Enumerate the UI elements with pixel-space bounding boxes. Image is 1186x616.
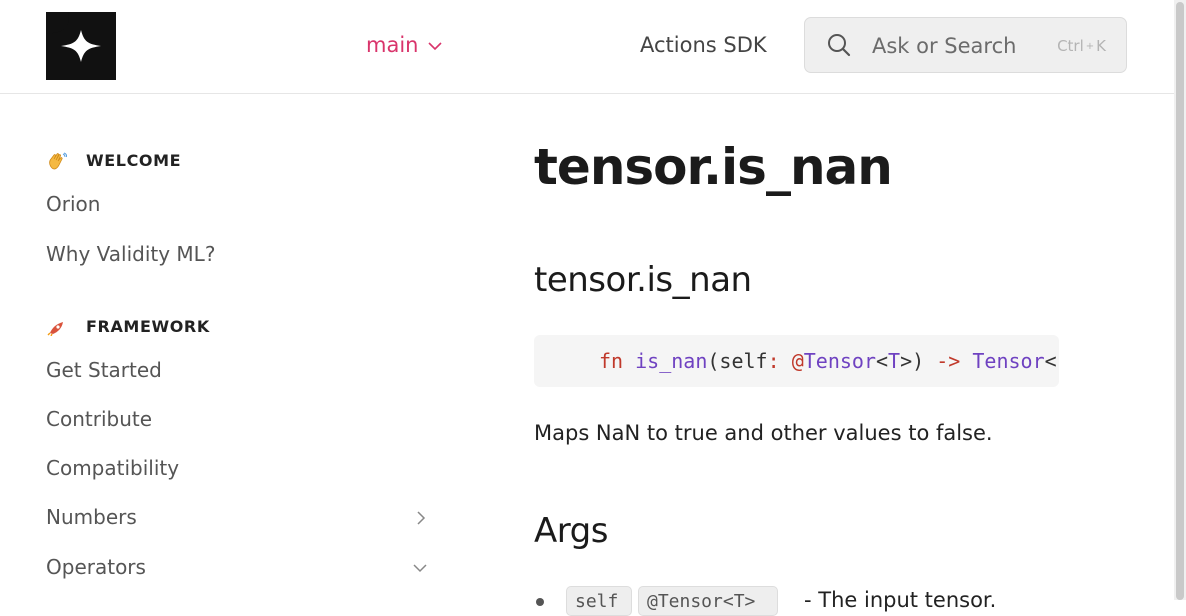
code-function-name: is_nan <box>635 349 708 373</box>
shortcut-ctrl: Ctrl <box>1057 37 1084 55</box>
code-generic: T <box>888 349 901 373</box>
code-colon: : <box>767 349 780 373</box>
search-shortcut-hint: Ctrl + K <box>1057 37 1106 55</box>
sidebar-item-label: Compatibility <box>46 456 180 480</box>
page-title: tensor.is_nan <box>534 138 893 196</box>
actions-sdk-link[interactable]: Actions SDK <box>640 33 767 57</box>
arg-type-code: @Tensor<T> <box>638 586 778 616</box>
shortcut-plus: + <box>1085 40 1095 52</box>
chevron-down-icon <box>428 41 443 50</box>
code-type: Tensor <box>803 349 876 373</box>
arg-name-code: self <box>566 586 632 616</box>
code-block[interactable]: fn is_nan(self: @Tensor<T>) -> Tensor< <box>534 335 1059 387</box>
sidebar-item-contribute[interactable]: Contribute <box>46 407 430 431</box>
sidebar-item-orion[interactable]: Orion <box>46 192 430 216</box>
sidebar-section-title: WELCOME <box>86 151 182 170</box>
sidebar-item-label: Orion <box>46 192 101 216</box>
sidebar-section-welcome: WELCOME <box>47 151 181 170</box>
sparkle-logo[interactable] <box>46 12 116 80</box>
sidebar-item-label: Numbers <box>46 505 137 529</box>
description: Maps NaN to true and other values to fal… <box>534 421 993 445</box>
shortcut-k: K <box>1096 37 1106 55</box>
version-label: main <box>366 33 419 57</box>
chevron-right-icon[interactable] <box>416 510 426 526</box>
sidebar: WELCOME Orion Why Validity ML? FRAMEWORK… <box>0 94 450 600</box>
sidebar-item-get-started[interactable]: Get Started <box>46 358 430 382</box>
section-heading: tensor.is_nan <box>534 260 752 300</box>
search-bar[interactable]: Ctrl + K <box>804 17 1127 73</box>
code-arrow: -> <box>936 349 961 373</box>
code-keyword: fn <box>599 349 624 373</box>
rocket-icon <box>47 321 63 336</box>
search-input[interactable] <box>870 30 1049 62</box>
sidebar-item-operators[interactable]: Operators <box>46 555 430 579</box>
chevron-down-icon[interactable] <box>412 563 428 573</box>
waving-hand-icon <box>49 152 67 169</box>
arg-item: self @Tensor<T> - The input tensor. <box>534 586 1094 616</box>
sidebar-item-label: Why Validity ML? <box>46 242 216 266</box>
code-signature: fn is_nan(self: @Tensor<T>) -> Tensor< <box>599 349 1057 373</box>
sidebar-section-framework: FRAMEWORK <box>47 317 210 336</box>
code-close: >) <box>900 349 925 373</box>
code-params-open: (self <box>707 349 768 373</box>
search-icon <box>828 34 851 57</box>
top-navbar: main Actions SDK Ctrl + K <box>0 0 1174 94</box>
sidebar-item-numbers[interactable]: Numbers <box>46 505 430 529</box>
sidebar-item-label: Get Started <box>46 358 162 382</box>
arg-description: - The input tensor. <box>804 588 997 612</box>
page-scrollbar-thumb[interactable] <box>1176 2 1184 600</box>
sidebar-item-compatibility[interactable]: Compatibility <box>46 456 430 480</box>
code-tail: < <box>1044 349 1057 373</box>
version-selector[interactable]: main <box>366 33 443 57</box>
sidebar-item-why-validity-ml[interactable]: Why Validity ML? <box>46 242 430 266</box>
sidebar-section-title: FRAMEWORK <box>86 317 210 336</box>
list-bullet <box>536 598 544 606</box>
sidebar-item-label: Operators <box>46 555 146 579</box>
code-lt: < <box>876 349 889 373</box>
sidebar-item-label: Contribute <box>46 407 153 431</box>
code-return-type: Tensor <box>972 349 1045 373</box>
args-heading: Args <box>534 511 608 551</box>
code-at: @ <box>791 349 804 373</box>
